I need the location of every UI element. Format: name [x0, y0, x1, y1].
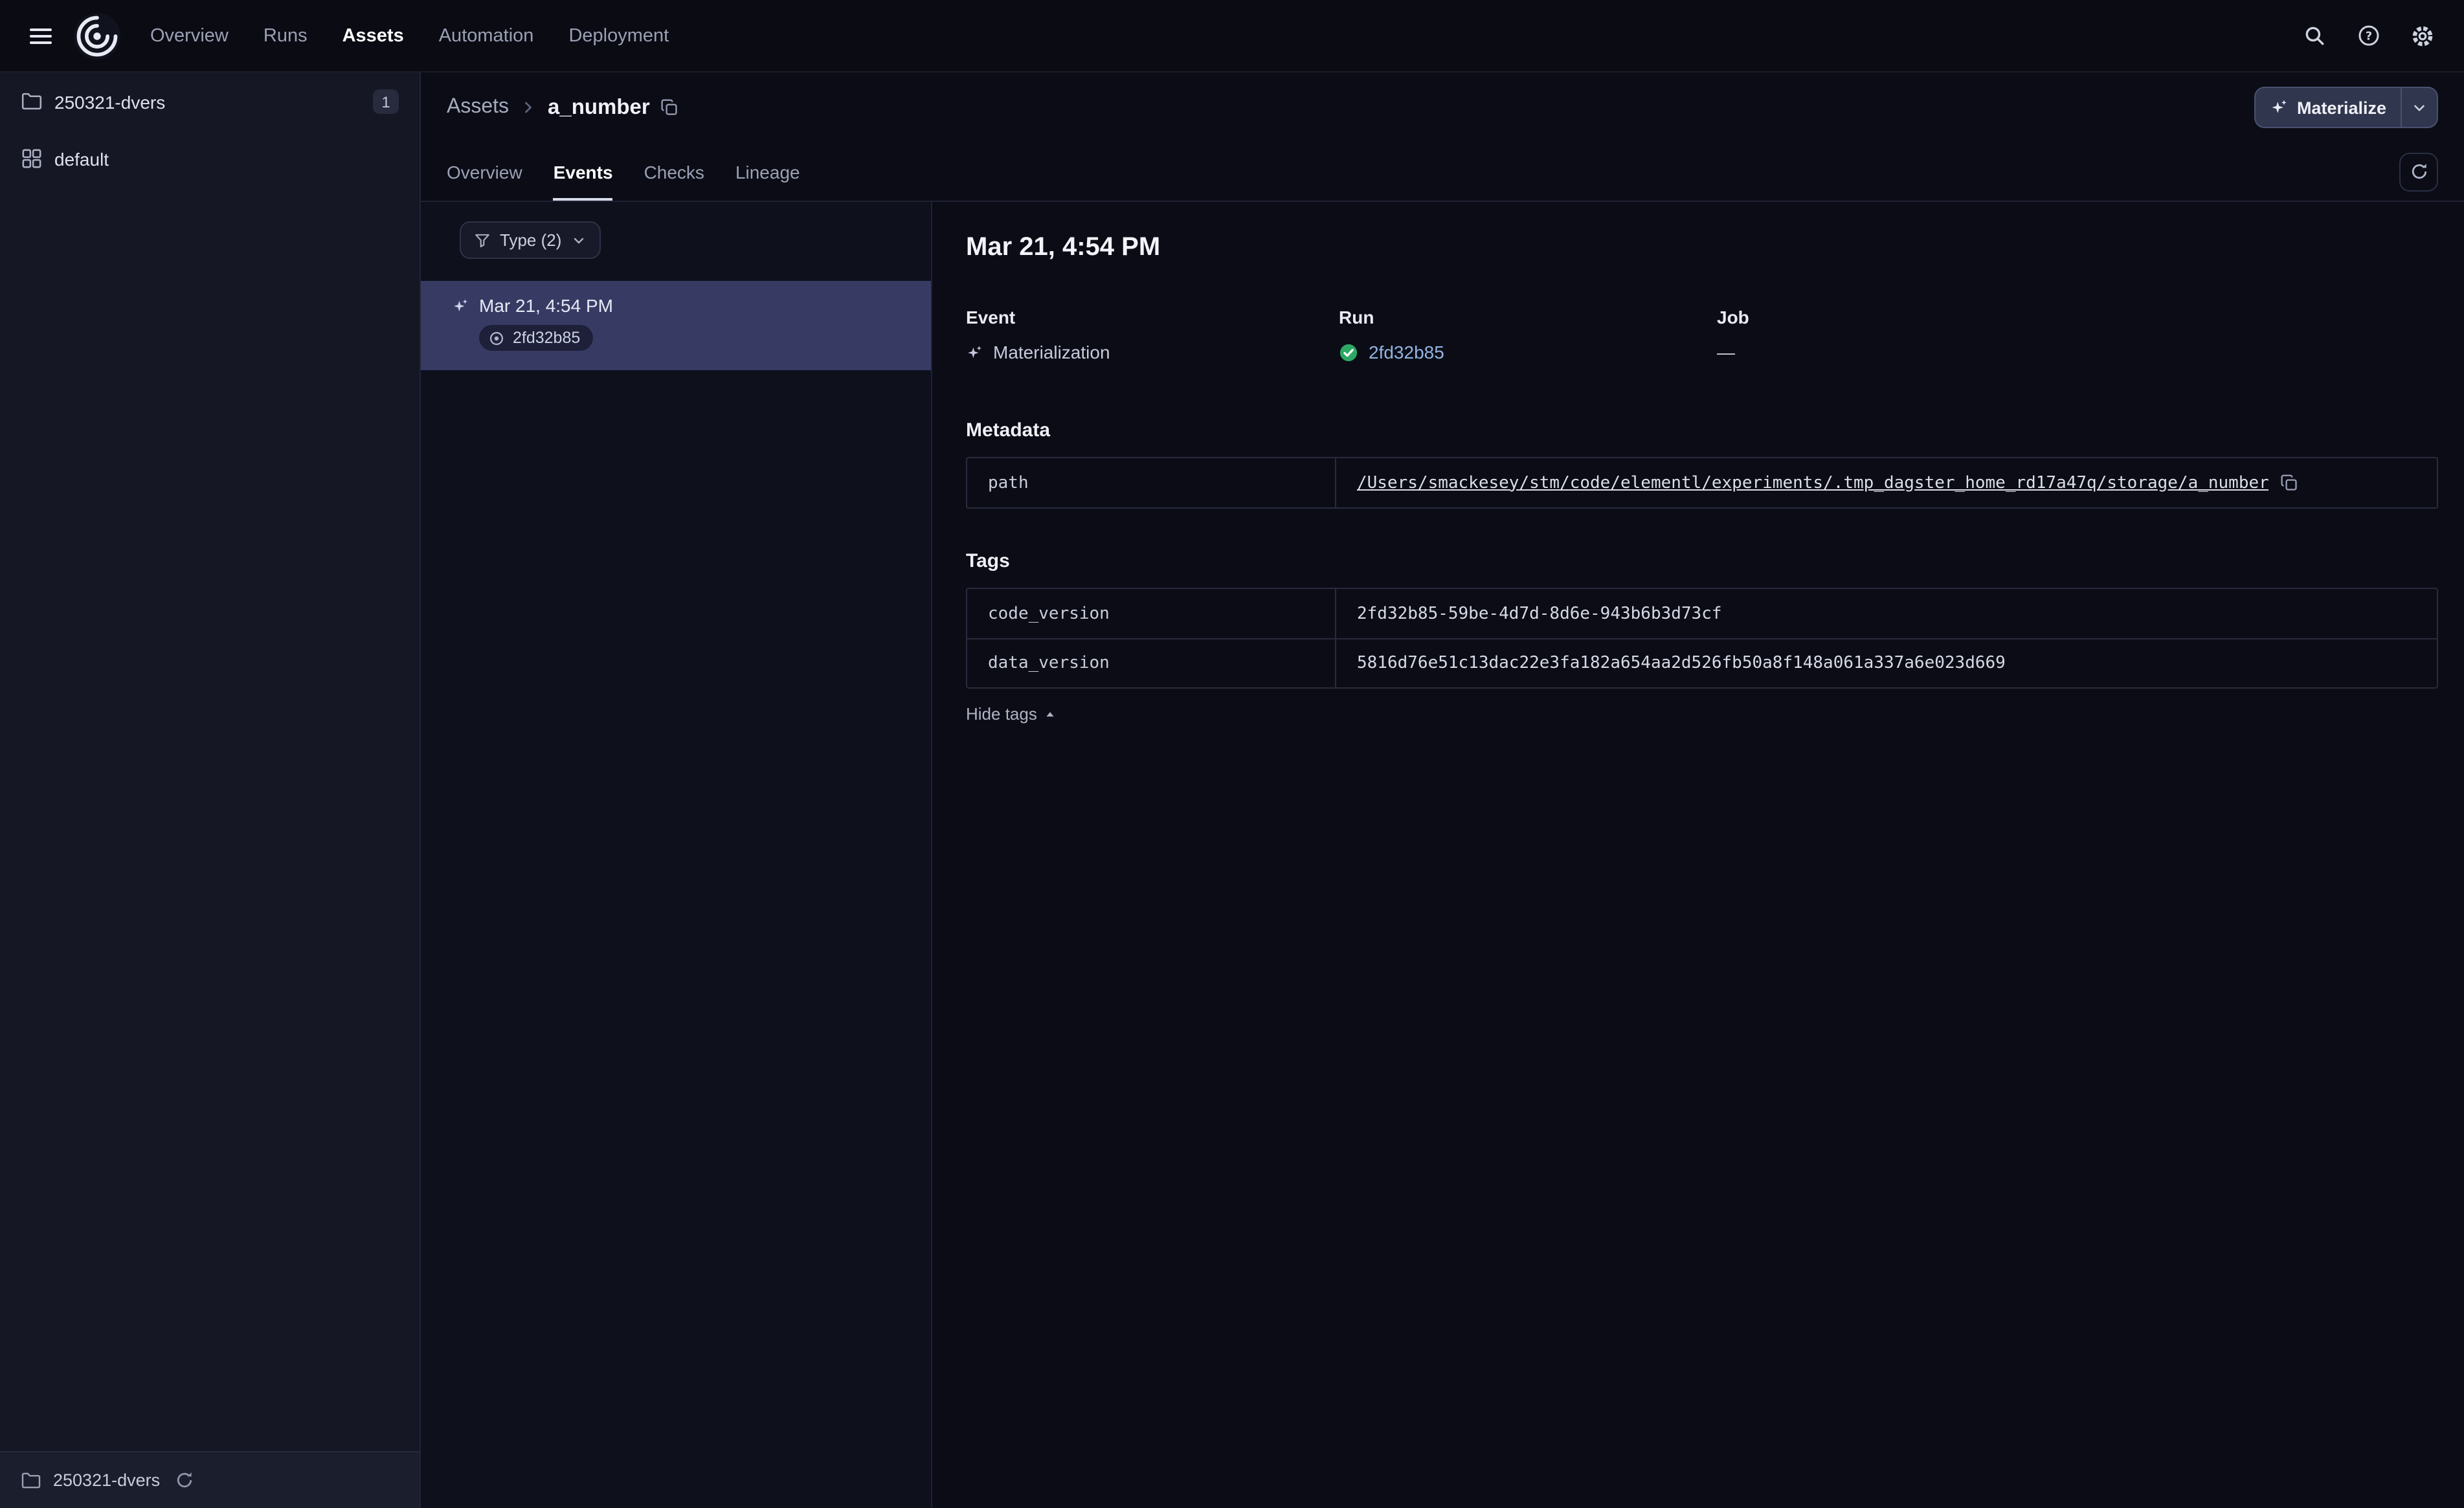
breadcrumb: Assets a_number — [447, 95, 678, 120]
job-column: Job — — [1717, 307, 2438, 362]
topnav-actions: ? — [2293, 15, 2443, 56]
nav-automation[interactable]: Automation — [439, 25, 534, 46]
reload-location-icon[interactable] — [174, 1470, 194, 1490]
page-header: Assets a_number Materialize — [421, 72, 2464, 142]
main-content: Assets a_number Materialize Overview Eve… — [421, 72, 2464, 1508]
chevron-down-icon — [570, 232, 586, 248]
metadata-key: path — [967, 458, 1336, 507]
run-link[interactable]: 2fd32b85 — [1369, 342, 1444, 362]
tag-key: code_version — [967, 589, 1336, 638]
event-type-filter[interactable]: Type (2) — [460, 221, 601, 259]
event-column: Event Materialization — [966, 307, 1339, 362]
tab-lineage[interactable]: Lineage — [735, 142, 800, 201]
nav-runs[interactable]: Runs — [263, 25, 308, 46]
code-location-label: 250321-dvers — [54, 91, 166, 112]
search-icon — [2305, 27, 2324, 45]
tab-checks[interactable]: Checks — [644, 142, 704, 201]
metadata-heading: Metadata — [966, 419, 1051, 441]
tag-value: 2fd32b85-59be-4d7d-8d6e-943b6b3d73cf — [1357, 604, 1722, 623]
run-status-icon — [488, 329, 505, 346]
filter-label: Type (2) — [500, 230, 562, 250]
chevron-right-icon — [519, 98, 537, 116]
success-icon — [1339, 342, 1358, 362]
tags-table: code_version 2fd32b85-59be-4d7d-8d6e-943… — [966, 588, 2438, 689]
job-value: — — [1717, 342, 1735, 362]
tags-heading: Tags — [966, 550, 1010, 572]
materialize-icon — [452, 297, 469, 314]
hide-tags-button[interactable]: Hide tags — [966, 704, 1057, 724]
help-button[interactable]: ? — [2347, 15, 2389, 56]
asset-group-label: default — [54, 148, 109, 169]
materialize-icon — [966, 344, 983, 360]
asset-tabs: Overview Events Checks Lineage — [447, 142, 800, 201]
hide-tags-label: Hide tags — [966, 704, 1037, 724]
events-list-panel: Type (2) Mar 21, 4:54 PM 2fd32b85 — [421, 202, 932, 1508]
sidebar-item-default-group[interactable]: default — [0, 131, 420, 186]
help-icon: ? — [2358, 25, 2379, 46]
run-id-label: 2fd32b85 — [513, 329, 581, 347]
refresh-button[interactable] — [2399, 152, 2438, 191]
table-row: path /Users/smackesey/stm/code/elementl/… — [967, 458, 2437, 507]
settings-button[interactable] — [2402, 15, 2443, 56]
settings-icon — [2412, 25, 2433, 46]
page-title: a_number — [548, 95, 650, 118]
materialize-label: Materialize — [2296, 98, 2386, 117]
nav-assets[interactable]: Assets — [342, 25, 404, 46]
tag-key: data_version — [967, 639, 1336, 687]
sidebar: 250321-dvers 1 default 250321-dvers — [0, 72, 421, 1508]
copy-icon — [2281, 474, 2298, 491]
folder-icon — [21, 91, 43, 113]
search-button[interactable] — [2293, 15, 2335, 56]
materialize-button-group: Materialize — [2254, 87, 2438, 128]
asset-group-icon — [21, 148, 43, 170]
top-nav: Overview Runs Assets Automation Deployme… — [0, 0, 2464, 72]
chevron-down-icon — [2414, 104, 2425, 111]
refresh-icon — [2411, 164, 2426, 179]
sidebar-item-code-location[interactable]: 250321-dvers 1 — [0, 72, 420, 131]
materialize-dropdown-button[interactable] — [2402, 88, 2437, 127]
event-summary-columns: Event Materialization Run 2fd32b85 Job — — [966, 307, 2438, 362]
event-detail-title: Mar 21, 4:54 PM — [966, 233, 1161, 261]
job-column-label: Job — [1717, 307, 1749, 327]
metadata-table: path /Users/smackesey/stm/code/elementl/… — [966, 457, 2438, 509]
svg-text:?: ? — [2365, 29, 2371, 43]
event-list-item[interactable]: Mar 21, 4:54 PM 2fd32b85 — [421, 281, 931, 370]
primary-nav: Overview Runs Assets Automation Deployme… — [150, 25, 669, 46]
app-root: Overview Runs Assets Automation Deployme… — [0, 0, 2464, 1508]
copy-icon — [661, 99, 677, 115]
event-timestamp: Mar 21, 4:54 PM — [479, 295, 613, 316]
event-column-label: Event — [966, 307, 1016, 327]
logo-icon — [73, 12, 121, 60]
tabs-bar: Overview Events Checks Lineage — [421, 142, 2464, 202]
nav-overview[interactable]: Overview — [150, 25, 229, 46]
run-id-pill[interactable]: 2fd32b85 — [479, 325, 594, 351]
menu-button[interactable] — [21, 16, 60, 55]
copy-path-button[interactable] — [2281, 474, 2299, 492]
filter-icon — [474, 232, 491, 249]
run-column-label: Run — [1339, 307, 1374, 327]
nav-deployment[interactable]: Deployment — [568, 25, 669, 46]
sidebar-footer[interactable]: 250321-dvers — [0, 1451, 420, 1508]
asset-count-badge: 1 — [373, 89, 399, 114]
folder-icon — [21, 1470, 41, 1491]
dagster-logo[interactable] — [73, 11, 122, 60]
materialize-button[interactable]: Materialize — [2256, 88, 2401, 127]
event-type-value: Materialization — [993, 342, 1110, 362]
tab-overview[interactable]: Overview — [447, 142, 522, 201]
table-row: code_version 2fd32b85-59be-4d7d-8d6e-943… — [967, 589, 2437, 638]
menu-icon — [29, 28, 51, 43]
caret-up-icon — [1046, 711, 1054, 716]
event-detail-panel: Mar 21, 4:54 PM Event Materialization Ru… — [932, 202, 2464, 1508]
tab-events[interactable]: Events — [553, 142, 613, 201]
materialize-icon — [2270, 98, 2288, 116]
copy-asset-name-button[interactable] — [660, 98, 678, 116]
run-column: Run 2fd32b85 — [1339, 307, 1717, 362]
footer-location-label: 250321-dvers — [53, 1470, 161, 1490]
tag-value: 5816d76e51c13dac22e3fa182a654aa2d526fb50… — [1357, 654, 2006, 673]
table-row: data_version 5816d76e51c13dac22e3fa182a6… — [967, 638, 2437, 687]
metadata-path-link[interactable]: /Users/smackesey/stm/code/elementl/exper… — [1357, 473, 2269, 493]
breadcrumb-assets-link[interactable]: Assets — [447, 96, 509, 119]
